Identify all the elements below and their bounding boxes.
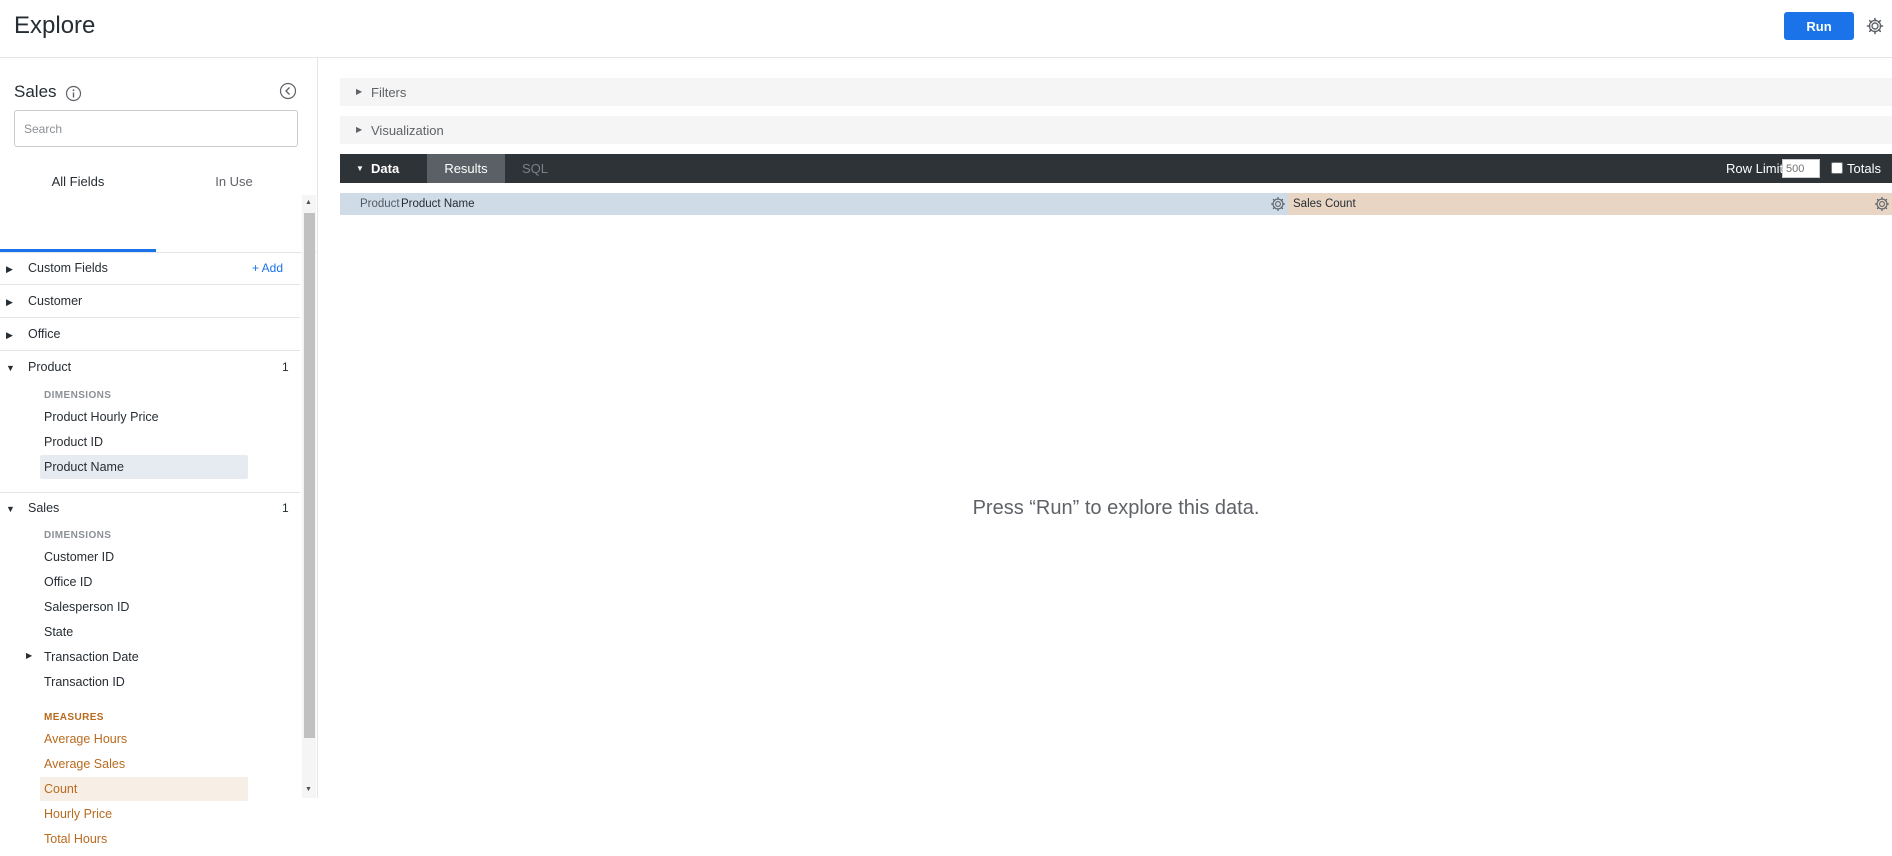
tab-results[interactable]: Results [427, 154, 505, 183]
scrollbar-thumb[interactable] [304, 213, 315, 738]
tab-in-use[interactable]: In Use [156, 166, 312, 254]
column-view-name: Product [360, 198, 400, 210]
group-customer[interactable]: ▶ Customer [0, 286, 300, 318]
group-label: Office [28, 327, 61, 341]
field-average-sales[interactable]: Average Sales [40, 752, 248, 776]
column-header-sales-count[interactable]: Sales Count [1288, 193, 1892, 215]
caret-down-icon: ▼ [356, 164, 364, 173]
tab-all-fields-label: All Fields [51, 174, 105, 189]
filters-section[interactable]: ▶ Filters [340, 78, 1892, 106]
caret-down-icon: ▼ [6, 504, 15, 514]
caret-right-icon: ▶ [6, 297, 13, 307]
caret-right-icon: ▶ [356, 87, 363, 96]
in-use-count: 1 [282, 501, 289, 515]
column-field-name: Sales Count [1293, 198, 1356, 210]
field-office-id[interactable]: Office ID [40, 570, 248, 594]
field-product-id[interactable]: Product ID [40, 430, 248, 454]
gear-icon[interactable] [1270, 196, 1286, 212]
tab-in-use-label: In Use [215, 174, 253, 189]
field-count[interactable]: Count [40, 777, 248, 801]
field-tabs: All Fields In Use [0, 166, 318, 254]
gear-icon[interactable] [1874, 196, 1890, 212]
field-picker-sidebar: Sales All Fields In Use ▶ Custom Fields … [0, 58, 318, 846]
field-total-hours[interactable]: Total Hours [40, 827, 248, 851]
scroll-down-icon[interactable]: ▼ [305, 786, 312, 793]
tab-all-fields[interactable]: All Fields [0, 166, 156, 254]
gear-icon[interactable] [1865, 16, 1885, 36]
group-office[interactable]: ▶ Office [0, 319, 300, 351]
field-product-name[interactable]: Product Name [40, 455, 248, 479]
section-dimensions: DIMENSIONS [44, 390, 112, 401]
totals-checkbox[interactable] [1831, 162, 1843, 174]
run-button[interactable]: Run [1784, 12, 1854, 40]
empty-results-message: Press “Run” to explore this data. [972, 497, 1260, 519]
field-salesperson-id[interactable]: Salesperson ID [40, 595, 248, 619]
field-hourly-price[interactable]: Hourly Price [40, 802, 248, 826]
data-toggle[interactable]: ▼ Data [340, 154, 427, 183]
field-transaction-date[interactable]: Transaction Date [40, 645, 248, 669]
field-average-hours[interactable]: Average Hours [40, 727, 248, 751]
group-label: Customer [28, 294, 83, 308]
collapse-left-icon[interactable] [279, 82, 297, 100]
scroll-up-icon[interactable]: ▲ [305, 199, 312, 206]
group-label: Sales [28, 501, 60, 515]
caret-right-icon[interactable]: ▶ [26, 651, 32, 660]
page-title: Explore [14, 12, 96, 39]
visualization-section[interactable]: ▶ Visualization [340, 116, 1892, 144]
field-state[interactable]: State [40, 620, 248, 644]
row-limit-label: Row Limit [1726, 161, 1784, 176]
visualization-label: Visualization [371, 123, 444, 138]
totals-label: Totals [1847, 161, 1881, 176]
caret-right-icon: ▶ [6, 330, 13, 340]
in-use-count: 1 [282, 360, 289, 374]
field-list: ▶ Custom Fields + Add ▶ Customer ▶ Offic… [0, 253, 300, 856]
row-limit-input[interactable] [1782, 159, 1820, 178]
group-sales[interactable]: ▼ Sales 1 [0, 493, 300, 525]
group-product[interactable]: ▼ Product 1 [0, 352, 300, 384]
info-icon[interactable] [65, 85, 82, 102]
caret-down-icon: ▼ [6, 363, 15, 373]
field-customer-id[interactable]: Customer ID [40, 545, 248, 569]
group-custom-fields[interactable]: ▶ Custom Fields + Add [0, 253, 300, 285]
caret-right-icon: ▶ [356, 125, 363, 134]
top-bar: Explore Run [0, 0, 1892, 58]
filters-label: Filters [371, 85, 407, 100]
section-dimensions: DIMENSIONS [44, 530, 112, 541]
group-label: Product [28, 360, 72, 374]
search-input[interactable] [14, 110, 298, 147]
data-section-bar: ▼ Data Results SQL Row Limit Totals [340, 154, 1892, 183]
field-product-hourly-price[interactable]: Product Hourly Price [40, 405, 248, 429]
section-measures: MEASURES [44, 712, 104, 723]
add-custom-field-button[interactable]: + Add [252, 261, 283, 275]
column-field-name: Product Name [401, 198, 475, 210]
data-label: Data [371, 161, 400, 176]
caret-right-icon: ▶ [6, 264, 13, 274]
field-transaction-id[interactable]: Transaction ID [40, 670, 248, 694]
column-header-product-name[interactable]: Product Product Name [340, 193, 1288, 215]
explore-name: Sales [14, 82, 57, 101]
tab-sql[interactable]: SQL [505, 154, 565, 183]
group-label: Custom Fields [28, 261, 108, 275]
